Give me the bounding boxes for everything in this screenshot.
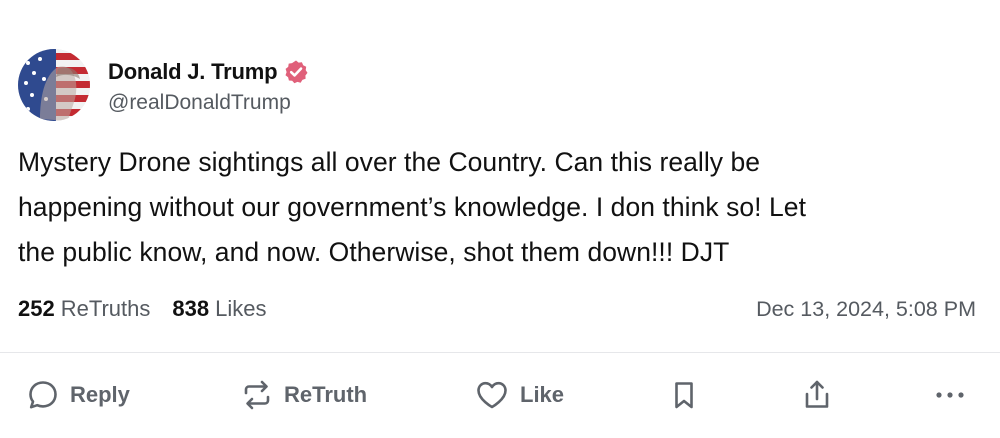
avatar-flag-portrait-image — [18, 49, 90, 121]
post-header: Donald J. Trump @realDonaldTrump — [18, 48, 309, 122]
author-info: Donald J. Trump @realDonaldTrump — [108, 55, 309, 115]
author-display-name[interactable]: Donald J. Trump — [108, 59, 278, 85]
like-icon — [474, 378, 510, 412]
reply-icon — [26, 378, 60, 412]
like-button[interactable]: Like — [474, 370, 564, 420]
author-handle[interactable]: @realDonaldTrump — [108, 91, 309, 115]
post-timestamp[interactable]: Dec 13, 2024, 5:08 PM — [756, 297, 978, 322]
like-label: Like — [520, 382, 565, 407]
likes-stat[interactable]: 838 Likes — [172, 296, 266, 322]
more-options-button[interactable] — [930, 370, 970, 420]
divider — [0, 352, 1000, 353]
post-text-line: happening without our government’s knowl… — [18, 192, 806, 222]
retruths-label: ReTruths — [60, 296, 151, 321]
post-text-line: the public know, and now. Otherwise, sho… — [18, 237, 730, 267]
likes-count: 838 — [172, 296, 210, 321]
reply-label: Reply — [70, 382, 130, 407]
reply-button[interactable]: Reply — [26, 370, 130, 420]
bookmark-icon — [667, 378, 701, 412]
retruth-button[interactable]: ReTruth — [240, 370, 367, 420]
bookmark-button[interactable] — [667, 370, 701, 420]
retruth-label: ReTruth — [284, 382, 368, 407]
verified-badge-icon — [283, 59, 309, 85]
more-icon — [930, 378, 970, 412]
share-button[interactable] — [800, 370, 834, 420]
author-name-row: Donald J. Trump — [108, 55, 309, 89]
retruth-icon — [240, 378, 274, 412]
share-icon — [800, 378, 834, 412]
likes-label: Likes — [215, 296, 267, 321]
post-text: Mystery Drone sightings all over the Cou… — [18, 140, 978, 275]
post-stats: 252 ReTruths 838 Likes Dec 13, 2024, 5:0… — [18, 293, 978, 325]
post-text-line: Mystery Drone sightings all over the Cou… — [18, 147, 761, 177]
avatar[interactable] — [18, 49, 90, 121]
retruths-stat[interactable]: 252 ReTruths — [18, 296, 150, 322]
retruths-count: 252 — [18, 296, 55, 321]
action-bar: Reply ReTruth Like — [0, 370, 1000, 420]
post-card: Donald J. Trump @realDonaldTrump Mystery… — [0, 0, 1000, 438]
